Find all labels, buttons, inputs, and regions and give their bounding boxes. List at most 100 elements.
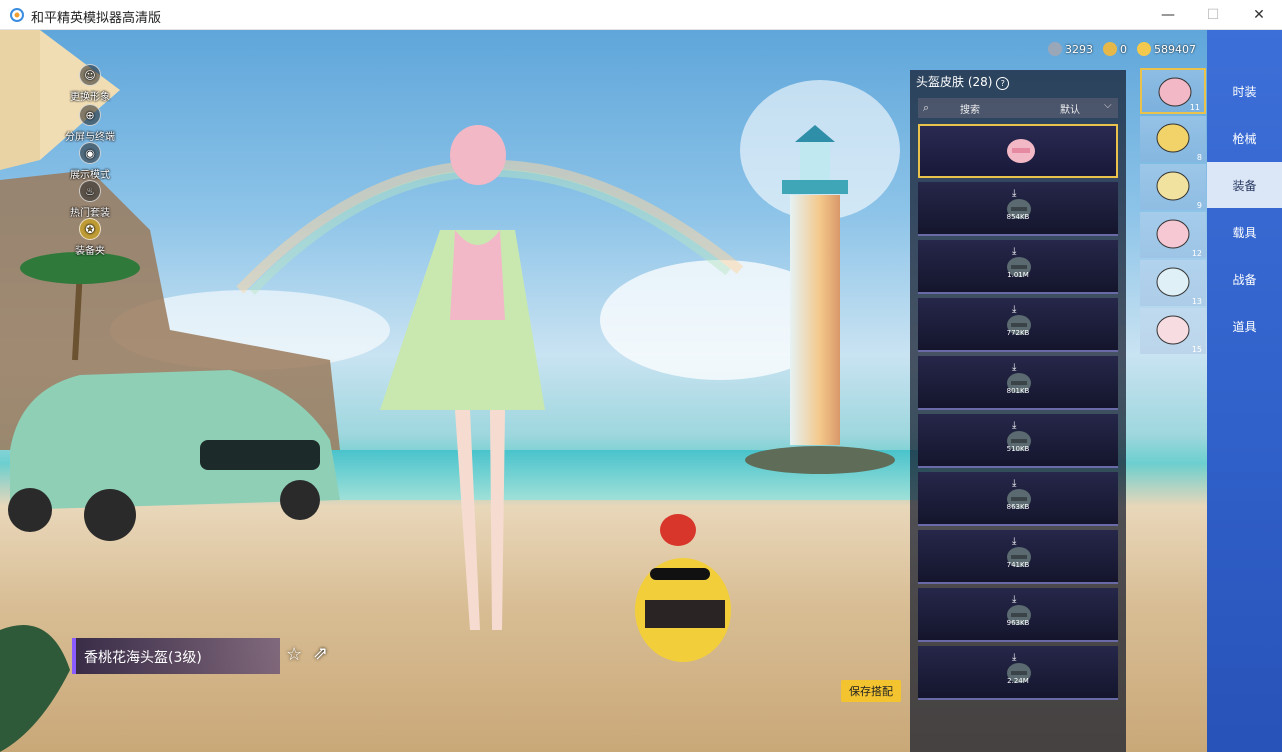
variant-thumbnails: 11 8 9 12 13 15: [1140, 68, 1206, 752]
currency-bar: 3293 0 589407: [1048, 38, 1196, 60]
sort-dropdown[interactable]: 默认: [1060, 101, 1080, 116]
download-size: 741KB: [1006, 561, 1030, 569]
currency-value: 589407: [1154, 42, 1196, 56]
search-sort-bar: ⌕ 搜索 默认 ⌵: [918, 98, 1118, 118]
lighthouse-balcony: [782, 180, 848, 194]
variant-thumbnail[interactable]: 12: [1140, 212, 1206, 258]
variant-thumbnail[interactable]: 15: [1140, 308, 1206, 354]
person-icon: ☺: [79, 64, 101, 86]
helmet-icon: [1156, 123, 1190, 153]
variant-count: 8: [1196, 153, 1202, 162]
variant-count: 12: [1191, 249, 1202, 258]
download-icon: ⤓: [1012, 420, 1017, 431]
category-tab[interactable]: 装备: [1207, 162, 1282, 208]
skin-slot[interactable]: [918, 124, 1118, 178]
fire-icon: ♨: [79, 180, 101, 202]
download-size: 1.01M: [1007, 271, 1029, 279]
chevron-down-icon[interactable]: ⌵: [1104, 100, 1112, 111]
search-input[interactable]: 搜索: [960, 101, 980, 116]
rocks: [745, 446, 895, 474]
menu-equipment-folder[interactable]: ✪ 装备夹: [60, 218, 120, 257]
menu-label: 更换形象: [70, 92, 110, 103]
helmet-skin-list: 头盔皮肤 (28) ? ⌕ 搜索 默认 ⌵ ⤓ 854KB ⤓ 1.01M ⤓ 772KB…: [910, 70, 1126, 752]
skin-slot[interactable]: ⤓ 963KB: [918, 588, 1118, 642]
car-wheel: [280, 480, 320, 520]
game-viewport: ☺ 更换形象 ⊕ 分屏与终端 ◉ 展示模式 ♨ 热门套装 ✪ 装备夹 香桃花海头…: [0, 30, 1282, 752]
helmet-icon: [1156, 315, 1190, 345]
menu-split-screen[interactable]: ⊕ 分屏与终端: [60, 104, 120, 143]
skin-slot[interactable]: ⤓ 741KB: [918, 530, 1118, 584]
window-title: 和平精英模拟器高清版: [31, 11, 162, 26]
category-tab[interactable]: 载具: [1207, 209, 1282, 255]
menu-change-look[interactable]: ☺ 更换形象: [60, 64, 120, 103]
maximize-button[interactable]: ☐: [1190, 0, 1236, 30]
download-size: 854KB: [1006, 213, 1030, 221]
category-tab[interactable]: 时装: [1207, 68, 1282, 114]
car-wheel: [8, 488, 52, 532]
download-size: 772KB: [1006, 329, 1030, 337]
variant-thumbnail[interactable]: 9: [1140, 164, 1206, 210]
download-icon: ⤓: [1012, 594, 1017, 605]
lighthouse: [790, 195, 840, 445]
skin-slot[interactable]: ⤓ 863KB: [918, 472, 1118, 526]
car-wheel: [84, 489, 136, 541]
search-icon: ⌕: [923, 101, 930, 114]
currency-coupon: 3293: [1048, 42, 1093, 56]
chicken-sunglasses: [650, 568, 710, 580]
variant-thumbnail[interactable]: 8: [1140, 116, 1206, 162]
badge-icon: ✪: [79, 218, 101, 240]
character-helmet: [450, 125, 506, 185]
download-icon: ⤓: [1012, 304, 1017, 315]
currency-token: 0: [1103, 42, 1127, 56]
chicken-shirt: [645, 600, 725, 628]
download-size: 801KB: [1006, 387, 1030, 395]
skin-slot[interactable]: ⤓ 2.24M: [918, 646, 1118, 700]
split-icon: ⊕: [79, 104, 101, 126]
menu-hot-outfits[interactable]: ♨ 热门套装: [60, 180, 120, 219]
helmet-icon: [1156, 171, 1190, 201]
category-tab[interactable]: 枪械: [1207, 115, 1282, 161]
skin-slot[interactable]: ⤓ 1.01M: [918, 240, 1118, 294]
skin-slot[interactable]: ⤓ 854KB: [918, 182, 1118, 236]
download-size: 2.24M: [1007, 677, 1029, 685]
helmet-icon: [1156, 219, 1190, 249]
category-tab[interactable]: 道具: [1207, 303, 1282, 349]
variant-count: 15: [1191, 345, 1202, 354]
currency-value: 0: [1120, 42, 1127, 56]
variant-thumbnail[interactable]: 11: [1140, 68, 1206, 114]
download-size: 863KB: [1006, 503, 1030, 511]
category-tab[interactable]: 战备: [1207, 256, 1282, 302]
chicken-comb: [660, 514, 696, 546]
menu-label: 装备夹: [75, 246, 105, 257]
helmet-icon: [1156, 267, 1190, 297]
menu-display-mode[interactable]: ◉ 展示模式: [60, 142, 120, 181]
category-nav: 时装 枪械 装备 载具 战备 道具: [1207, 30, 1282, 752]
variant-count: 13: [1191, 297, 1202, 306]
item-name: 香桃花海头盔(3级): [84, 650, 202, 666]
character-legs: [455, 410, 505, 630]
app-logo-icon: [10, 8, 24, 22]
save-outfit-button[interactable]: 保存搭配: [841, 680, 901, 702]
download-icon: ⤓: [1012, 188, 1017, 199]
window-close-button[interactable]: ✕: [1236, 0, 1282, 30]
list-title-text: 头盔皮肤 (28): [916, 75, 993, 89]
help-icon[interactable]: ?: [996, 77, 1010, 90]
download-size: 510KB: [1006, 445, 1030, 453]
minimize-button[interactable]: —: [1145, 0, 1191, 30]
window-titlebar: 和平精英模拟器高清版 — ☐ ✕: [0, 0, 1282, 30]
download-icon: ⤓: [1012, 652, 1017, 663]
skin-slot[interactable]: ⤓ 510KB: [918, 414, 1118, 468]
helmet-icon: [1007, 139, 1035, 163]
favorite-star-icon[interactable]: ☆: [286, 644, 302, 665]
sail: [0, 30, 40, 170]
share-icon[interactable]: ⇗: [313, 643, 328, 664]
skin-slot[interactable]: ⤓ 772KB: [918, 298, 1118, 352]
skin-slot[interactable]: ⤓ 801KB: [918, 356, 1118, 410]
variant-thumbnail[interactable]: 13: [1140, 260, 1206, 306]
currency-value: 3293: [1065, 42, 1093, 56]
car-grille: [200, 440, 320, 470]
eye-icon: ◉: [79, 142, 101, 164]
variant-count: 9: [1196, 201, 1202, 210]
download-icon: ⤓: [1012, 478, 1017, 489]
variant-count: 11: [1189, 103, 1200, 112]
